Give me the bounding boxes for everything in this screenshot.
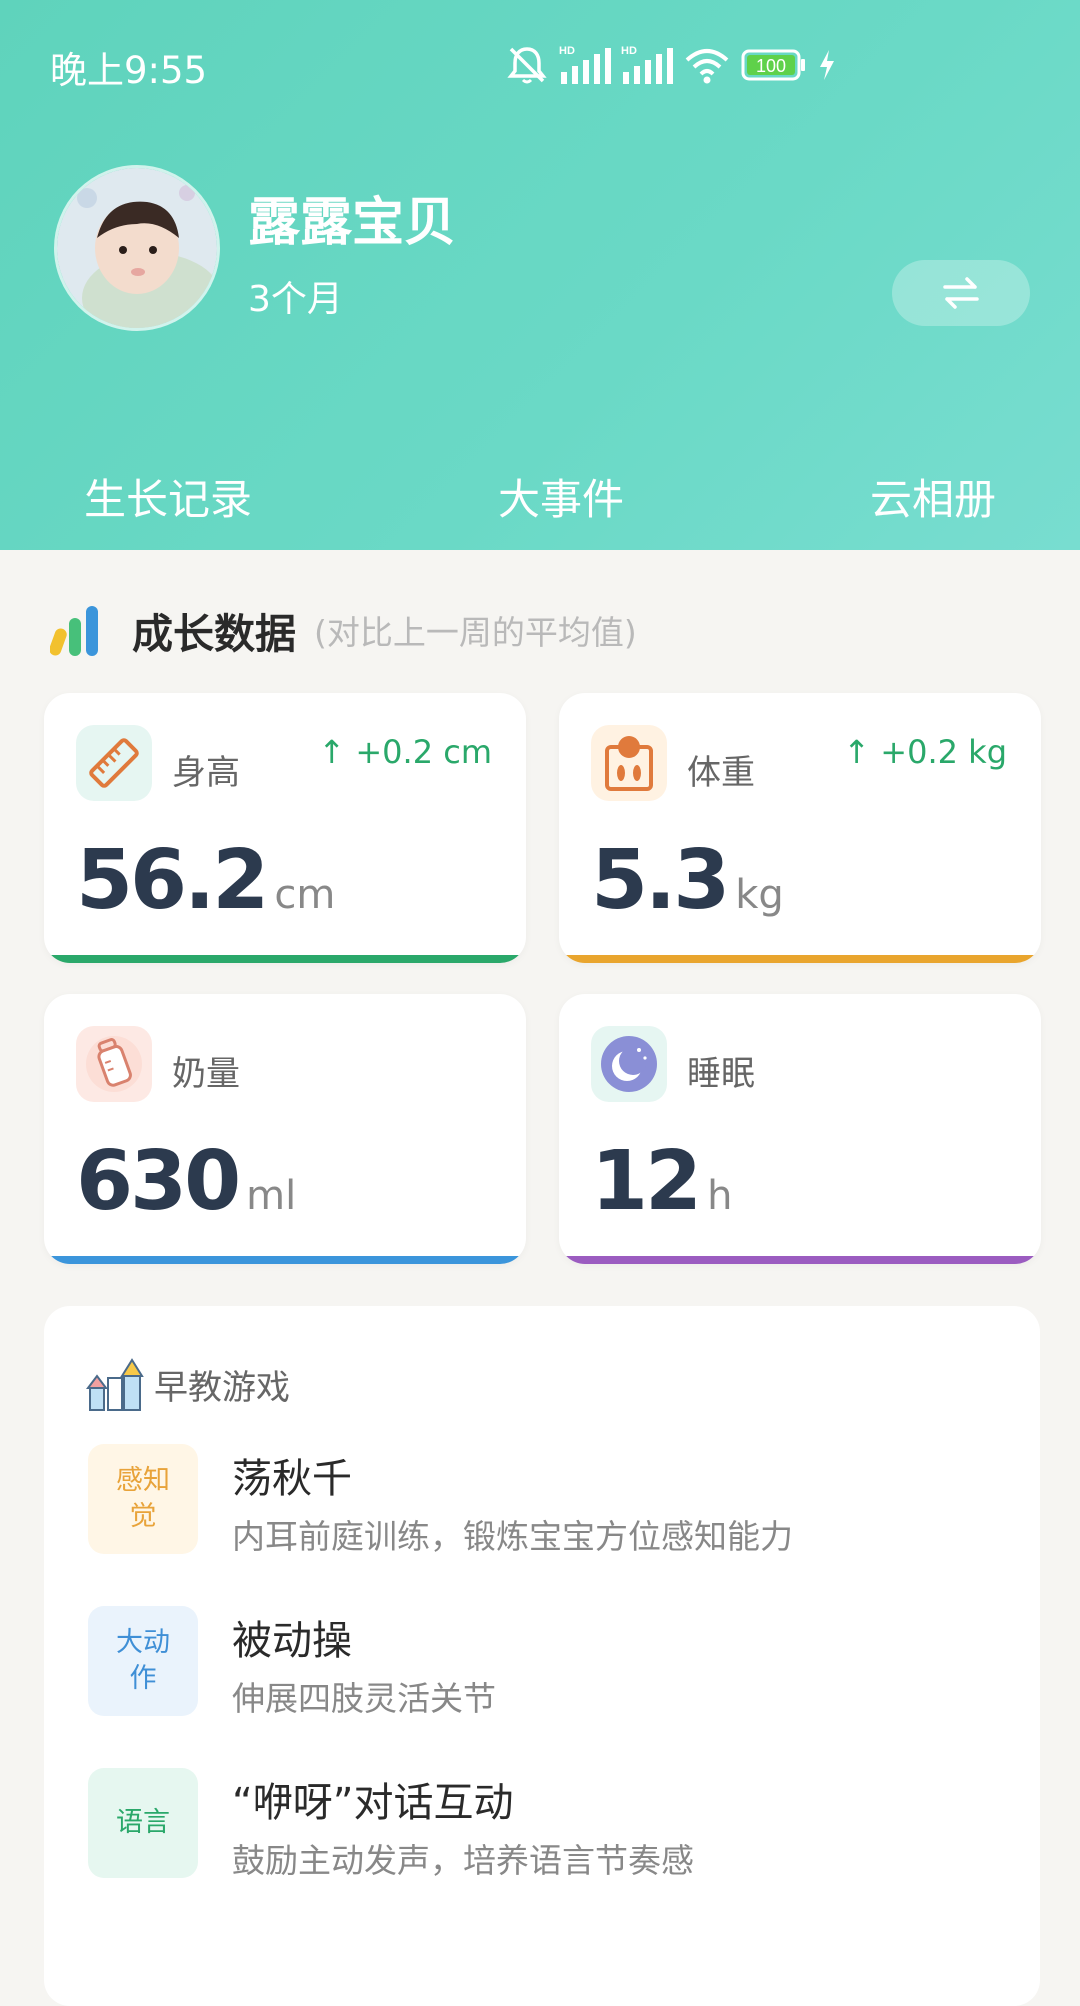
- section-subtitle: (对比上一周的平均值): [314, 613, 637, 652]
- svg-text:HD: HD: [559, 45, 575, 57]
- game-name: “咿呀”对话互动: [232, 1780, 514, 1826]
- svg-text:100: 100: [756, 56, 786, 76]
- game-item[interactable]: 感知觉 荡秋千 内耳前庭训练，锻炼宝宝方位感知能力: [88, 1444, 1008, 1564]
- tab-big-events[interactable]: 大事件: [498, 466, 624, 527]
- wifi-icon: [685, 49, 729, 84]
- card-value: 12 h: [591, 1134, 732, 1229]
- moon-icon: [591, 1026, 667, 1102]
- card-accent-bar: [559, 955, 1041, 963]
- card-delta: ↑ +0.2 cm: [318, 733, 492, 771]
- game-name: 荡秋千: [232, 1456, 352, 1502]
- battery-icon: 100: [741, 49, 805, 81]
- card-accent-bar: [44, 955, 526, 963]
- game-tag: 感知觉: [88, 1444, 198, 1554]
- card-value: 630 ml: [76, 1134, 296, 1229]
- game-desc: 鼓励主动发声，培养语言节奏感: [232, 1841, 694, 1880]
- card-delta: ↑ +0.2 kg: [843, 733, 1007, 771]
- card-number: 5.3: [591, 833, 730, 928]
- card-label: 睡眠: [687, 1054, 755, 1094]
- card-label: 奶量: [172, 1054, 240, 1094]
- height-card[interactable]: 身高 ↑ +0.2 cm 56.2 cm: [44, 693, 526, 963]
- games-heading: 早教游戏: [86, 1356, 290, 1412]
- switch-baby-button[interactable]: [892, 260, 1030, 326]
- scale-icon: [591, 725, 667, 801]
- card-label: 身高: [172, 753, 240, 793]
- card-unit: kg: [735, 872, 784, 918]
- status-time: 晚上9:55: [50, 49, 208, 92]
- milk-card[interactable]: 奶量 630 ml: [44, 994, 526, 1264]
- section-title: 成长数据: [132, 610, 296, 658]
- game-tag: 语言: [88, 1768, 198, 1878]
- signal-hd-icon: HD: [559, 45, 611, 84]
- swap-arrows-icon: [943, 277, 979, 309]
- game-desc: 伸展四肢灵活关节: [232, 1679, 496, 1718]
- mute-icon: [507, 47, 547, 84]
- card-unit: h: [707, 1173, 733, 1219]
- baby-age: 3个月: [248, 279, 343, 320]
- card-label: 体重: [687, 753, 755, 793]
- tab-cloud-album[interactable]: 云相册: [870, 466, 996, 527]
- card-number: 12: [591, 1134, 702, 1229]
- baby-name: 露露宝贝: [248, 193, 457, 253]
- card-unit: ml: [246, 1173, 297, 1219]
- signal-hd-icon: HD: [621, 45, 673, 84]
- ruler-icon: [76, 725, 152, 801]
- tab-growth-record[interactable]: 生长记录: [84, 466, 252, 527]
- game-desc: 内耳前庭训练，锻炼宝宝方位感知能力: [232, 1517, 793, 1556]
- sleep-card[interactable]: 睡眠 12 h: [559, 994, 1041, 1264]
- weight-card[interactable]: 体重 ↑ +0.2 kg 5.3 kg: [559, 693, 1041, 963]
- status-icons: HD HD 100: [505, 42, 837, 88]
- svg-text:HD: HD: [621, 45, 637, 57]
- toy-blocks-icon: [86, 1358, 144, 1411]
- card-value: 56.2 cm: [76, 833, 335, 928]
- game-tag: 大动作: [88, 1606, 198, 1716]
- games-title: 早教游戏: [154, 1367, 290, 1408]
- status-bar: 晚上9:55 HD HD 100: [0, 0, 1080, 128]
- card-number: 56.2: [76, 833, 269, 928]
- game-item[interactable]: 大动作 被动操 伸展四肢灵活关节: [88, 1606, 1008, 1726]
- growth-data-heading: 成长数据 (对比上一周的平均值): [50, 600, 637, 660]
- early-education-games: 早教游戏 感知觉 荡秋千 内耳前庭训练，锻炼宝宝方位感知能力 大动作 被动操 伸…: [44, 1306, 1040, 2006]
- card-value: 5.3 kg: [591, 833, 784, 928]
- game-item[interactable]: 语言 “咿呀”对话互动 鼓励主动发声，培养语言节奏感: [88, 1768, 1008, 1888]
- card-accent-bar: [559, 1256, 1041, 1264]
- avatar[interactable]: [54, 165, 220, 331]
- charging-icon: [820, 50, 834, 80]
- card-unit: cm: [274, 872, 336, 918]
- profile-header: 晚上9:55 HD HD 100 露露宝贝 3个月 生长记录 大事件 云相册: [0, 0, 1080, 550]
- game-name: 被动操: [232, 1618, 352, 1664]
- card-accent-bar: [44, 1256, 526, 1264]
- bar-chart-icon: [50, 606, 98, 656]
- bottle-icon: [76, 1026, 152, 1102]
- card-number: 630: [76, 1134, 241, 1229]
